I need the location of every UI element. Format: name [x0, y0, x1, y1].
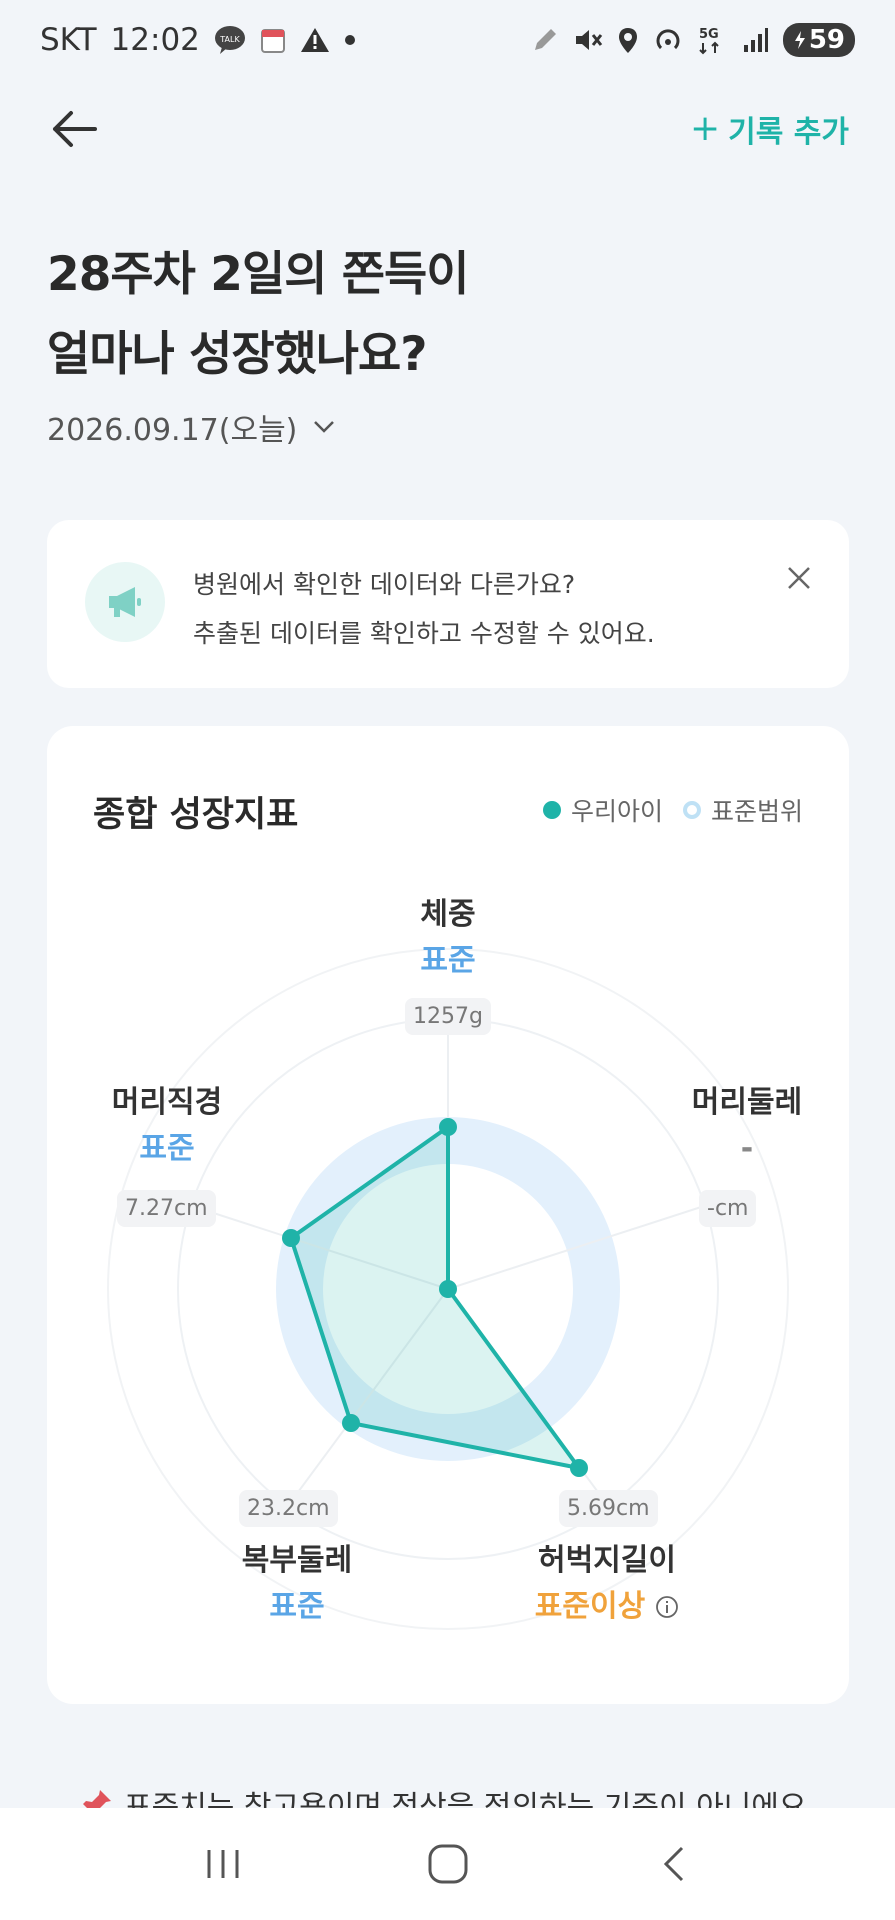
- battery-indicator: 59: [782, 23, 855, 57]
- point-femur-length: [570, 1459, 588, 1477]
- notice-line-2: 추출된 데이터를 확인하고 수정할 수 있어요.: [193, 619, 655, 648]
- 5g-icon: 5G: [697, 25, 729, 55]
- hotspot-icon: [653, 26, 683, 54]
- axis-weight-label: 체중: [420, 897, 476, 932]
- axis-abdominal-circumference-value: 23.2cm: [239, 1490, 338, 1527]
- back-button[interactable]: [48, 103, 100, 155]
- status-bar: SKT 12:02 TALK 5G 59: [0, 0, 895, 80]
- axis-abdominal-circumference-label: 복부둘레: [241, 1543, 353, 1578]
- warning-icon: [300, 26, 330, 54]
- talk-icon: TALK: [214, 25, 246, 55]
- notice-card: 병원에서 확인한 데이터와 다른가요? 추출된 데이터를 확인하고 수정할 수 …: [47, 520, 849, 688]
- axis-abdominal-circumference-status: 표준: [269, 1589, 325, 1624]
- axis-femur-length-label: 허벅지길이: [538, 1543, 676, 1578]
- axis-femur-length-value: 5.69cm: [559, 1490, 658, 1527]
- recent-apps-icon: [207, 1850, 238, 1878]
- plus-icon: +: [689, 108, 721, 149]
- axis-weight-value: 1257g: [405, 998, 491, 1035]
- title-line-2: 얼마나 성장했나요?: [47, 327, 428, 382]
- chevron-left-icon: [663, 1846, 683, 1882]
- point-head-diameter: [282, 1229, 300, 1247]
- svg-text:TALK: TALK: [219, 35, 240, 44]
- info-icon[interactable]: [655, 1595, 679, 1619]
- notice-text: 병원에서 확인한 데이터와 다른가요? 추출된 데이터를 확인하고 수정할 수 …: [193, 560, 655, 658]
- axis-femur-length-status-row: 표준이상: [517, 1584, 697, 1630]
- chevron-down-icon: [314, 421, 335, 433]
- point-abdominal-circumference: [342, 1414, 360, 1432]
- axis-head-diameter-value: 7.27cm: [117, 1190, 216, 1227]
- page-title: 28주차 2일의 쫀득이 얼마나 성장했나요?: [47, 235, 470, 395]
- date-label: 2026.09.17(오늘): [47, 413, 298, 448]
- point-weight: [439, 1118, 457, 1136]
- point-head-circumference: [439, 1280, 457, 1298]
- home-icon: [428, 1844, 467, 1884]
- top-nav: + 기록 추가: [0, 95, 895, 165]
- signal-icon: [743, 27, 769, 53]
- add-record-button[interactable]: + 기록 추가: [690, 107, 849, 151]
- add-record-label: 기록 추가: [728, 115, 849, 150]
- notice-line-1: 병원에서 확인한 데이터와 다른가요?: [193, 570, 576, 599]
- axis-head-diameter-label: 머리직경: [111, 1085, 223, 1120]
- svg-text:5G: 5G: [699, 27, 719, 42]
- back-arrow-icon: [53, 111, 97, 147]
- axis-weight: 체중 표준: [388, 892, 508, 984]
- axis-abdominal-circumference: 복부둘레 표준: [217, 1538, 377, 1630]
- axis-head-circumference-value: -cm: [699, 1190, 757, 1227]
- mute-icon: [573, 26, 603, 54]
- pen-icon: [531, 26, 559, 54]
- date-selector[interactable]: 2026.09.17(오늘): [47, 405, 335, 449]
- axis-head-circumference: 머리둘레 -: [667, 1080, 827, 1172]
- back-nav-button[interactable]: [643, 1834, 703, 1894]
- battery-level: 59: [808, 25, 845, 55]
- close-icon: [788, 567, 810, 589]
- axis-femur-length: 허벅지길이 표준이상: [517, 1538, 697, 1630]
- close-button[interactable]: [779, 558, 819, 598]
- growth-card: 종합 성장지표 우리아이 표준범위 체중 표준 1257g 머리둘레 - -cm…: [47, 726, 849, 1704]
- axis-head-circumference-status: -: [740, 1131, 754, 1166]
- carrier-label: SKT: [40, 22, 97, 58]
- axis-head-diameter-status: 표준: [139, 1131, 195, 1166]
- axis-head-diameter: 머리직경 표준: [87, 1080, 247, 1172]
- location-icon: [617, 26, 639, 54]
- system-nav-bar: [0, 1808, 895, 1920]
- home-button[interactable]: [418, 1834, 478, 1894]
- axis-femur-length-status: 표준이상: [534, 1589, 646, 1624]
- title-line-1: 28주차 2일의 쫀득이: [47, 247, 470, 302]
- notification-dot-icon: [344, 34, 356, 46]
- axis-head-circumference-label: 머리둘레: [691, 1085, 803, 1120]
- axis-weight-status: 표준: [420, 943, 476, 978]
- megaphone-icon: [85, 562, 165, 642]
- recent-apps-button[interactable]: [193, 1834, 253, 1894]
- clock: 12:02: [110, 22, 200, 58]
- calendar-icon: [260, 26, 286, 54]
